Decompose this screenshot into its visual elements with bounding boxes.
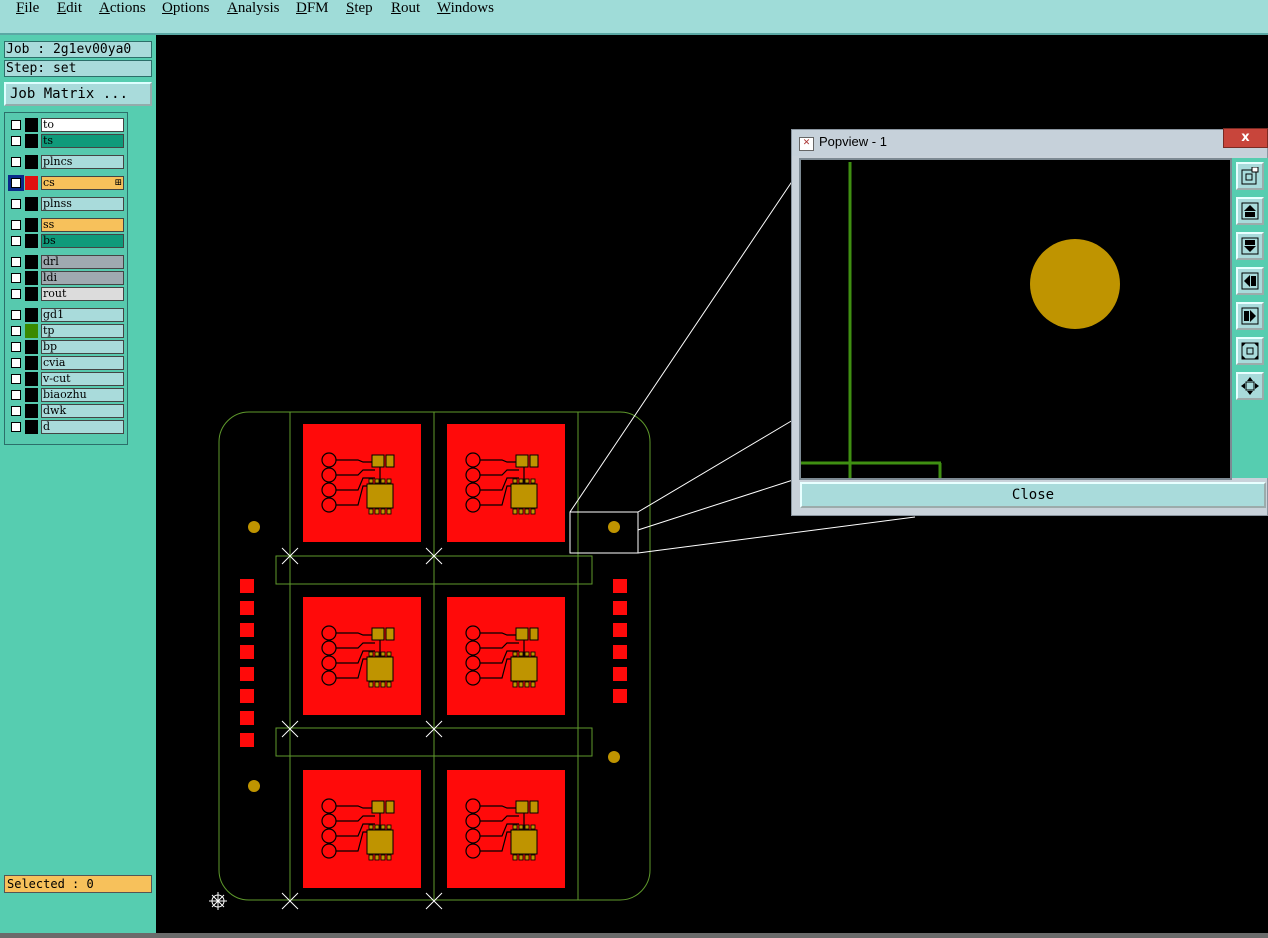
- pan-left-button[interactable]: [1236, 267, 1264, 295]
- pan-up-icon: [1241, 202, 1259, 220]
- side-pad: [240, 601, 254, 615]
- side-pad: [240, 579, 254, 593]
- origin-marker-icon: [209, 892, 227, 910]
- side-pad: [240, 689, 254, 703]
- zoom-home-icon: [1241, 167, 1259, 185]
- zoom-in-icon: [1241, 342, 1259, 360]
- close-icon[interactable]: x: [1223, 128, 1268, 148]
- pcb-unit: [447, 424, 565, 542]
- pan-right-button[interactable]: [1236, 302, 1264, 330]
- zoom-out-button[interactable]: [1236, 372, 1264, 400]
- pan-up-button[interactable]: [1236, 197, 1264, 225]
- tooling-hole: [248, 780, 260, 792]
- pcb-unit: [303, 770, 421, 888]
- pan-down-icon: [1241, 237, 1259, 255]
- tooling-hole: [248, 521, 260, 533]
- side-pad: [240, 733, 254, 747]
- popview-toolbar: [1232, 158, 1268, 478]
- side-pad: [613, 689, 627, 703]
- side-pad: [613, 645, 627, 659]
- popview-titlebar[interactable]: ✕ Popview - 1: [792, 130, 1267, 156]
- side-pad: [240, 711, 254, 725]
- pan-down-button[interactable]: [1236, 232, 1264, 260]
- popview-title: Popview - 1: [819, 134, 887, 149]
- pcb-unit: [447, 597, 565, 715]
- tooling-hole: [608, 521, 620, 533]
- side-pad: [613, 601, 627, 615]
- side-pad: [613, 579, 627, 593]
- side-pad: [613, 667, 627, 681]
- pan-right-icon: [1241, 307, 1259, 325]
- pcb-unit: [447, 770, 565, 888]
- side-pad: [240, 645, 254, 659]
- pcb-unit: [303, 424, 421, 542]
- zoom-region: [569, 511, 639, 554]
- window-icon: ✕: [799, 137, 814, 151]
- zoom-out-icon: [1241, 377, 1259, 395]
- side-pad: [240, 623, 254, 637]
- zoom-in-button[interactable]: [1236, 337, 1264, 365]
- side-pad: [613, 623, 627, 637]
- side-pad: [240, 667, 254, 681]
- popview-canvas[interactable]: [799, 158, 1232, 480]
- zoomed-hole: [1030, 239, 1120, 329]
- popview-close-button[interactable]: Close: [800, 482, 1266, 508]
- pcb-unit: [303, 597, 421, 715]
- pan-left-icon: [1241, 272, 1259, 290]
- tooling-hole: [608, 751, 620, 763]
- zoom-home-button[interactable]: [1236, 162, 1264, 190]
